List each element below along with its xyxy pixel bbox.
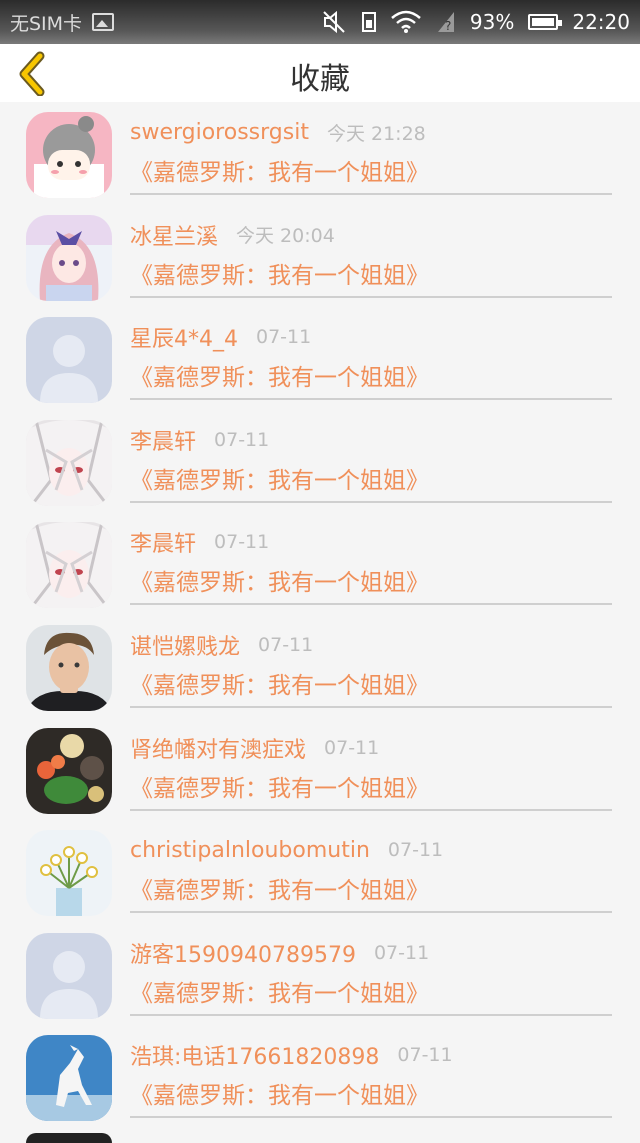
- user-name: swergiorossrgsit: [130, 119, 309, 145]
- list-item[interactable]: 谌恺嫘贱龙 07-11 《嘉德罗斯：我有一个姐姐》: [0, 615, 640, 718]
- divider: [130, 398, 612, 401]
- favorites-list: swergiorossrgsit 今天 21:28 《嘉德罗斯：我有一个姐姐》 …: [0, 102, 640, 1128]
- sim-icon: [361, 12, 376, 32]
- book-title[interactable]: 《嘉德罗斯：我有一个姐姐》: [130, 1077, 612, 1115]
- man-photo-avatar: [26, 624, 112, 711]
- anime-white-hair-avatar: [26, 419, 112, 506]
- divider: [130, 1013, 612, 1016]
- user-name: 游客1590940789579: [130, 942, 356, 968]
- list-item[interactable]: 星辰4*4_4 07-11 《嘉德罗斯：我有一个姐姐》: [0, 307, 640, 410]
- user-name: 李晨轩: [130, 429, 197, 455]
- timestamp: 07-11: [258, 633, 314, 656]
- user-name: 冰星兰溪: [130, 224, 219, 250]
- divider: [130, 808, 612, 811]
- list-item[interactable]: christipalnloubomutin 07-11 《嘉德罗斯：我有一个姐姐…: [0, 820, 640, 923]
- book-title[interactable]: 《嘉德罗斯：我有一个姐姐》: [130, 975, 612, 1013]
- list-item[interactable]: 冰星兰溪 今天 20:04 《嘉德罗斯：我有一个姐姐》: [0, 205, 640, 308]
- next-item-avatar-partial: [26, 1133, 112, 1143]
- flowers-photo-avatar: [26, 830, 112, 917]
- user-name: 李晨轩: [130, 532, 197, 558]
- divider: [130, 193, 612, 195]
- divider: [130, 603, 612, 606]
- book-title[interactable]: 《嘉德罗斯：我有一个姐姐》: [130, 154, 612, 192]
- list-item[interactable]: swergiorossrgsit 今天 21:28 《嘉德罗斯：我有一个姐姐》: [0, 102, 640, 205]
- anime-girl-avatar: [26, 214, 112, 301]
- list-item[interactable]: 游客1590940789579 07-11 《嘉德罗斯：我有一个姐姐》: [0, 923, 640, 1026]
- divider: [130, 500, 612, 503]
- carrier-text: 无SIM卡: [10, 12, 83, 35]
- timestamp: 07-11: [397, 1044, 453, 1067]
- book-title[interactable]: 《嘉德罗斯：我有一个姐姐》: [130, 770, 612, 808]
- clock: 22:20: [572, 10, 630, 34]
- list-item[interactable]: 浩琪:电话17661820898 07-11 《嘉德罗斯：我有一个姐姐》: [0, 1025, 640, 1128]
- user-name: 肾绝幡对有澳症戏: [130, 737, 307, 763]
- battery-icon: [528, 14, 563, 30]
- book-title[interactable]: 《嘉德罗斯：我有一个姐姐》: [130, 462, 612, 500]
- book-title[interactable]: 《嘉德罗斯：我有一个姐姐》: [130, 667, 612, 705]
- book-title[interactable]: 《嘉德罗斯：我有一个姐姐》: [130, 257, 612, 295]
- page-title: 收藏: [290, 62, 350, 97]
- wifi-icon: [391, 10, 421, 33]
- timestamp: 07-11: [373, 941, 430, 964]
- timestamp: 07-11: [324, 736, 380, 759]
- divider: [130, 295, 612, 298]
- app-bar: 收藏: [0, 44, 640, 102]
- book-title[interactable]: 《嘉德罗斯：我有一个姐姐》: [130, 359, 612, 397]
- divider: [130, 1116, 612, 1119]
- status-bar: 无SIM卡 ? 93% 22:20: [0, 0, 640, 44]
- book-title[interactable]: 《嘉德罗斯：我有一个姐姐》: [130, 872, 612, 910]
- battery-percent: 93%: [469, 10, 515, 34]
- list-item[interactable]: 李晨轩 07-11 《嘉德罗斯：我有一个姐姐》: [0, 512, 640, 615]
- svg-text:?: ?: [445, 19, 451, 33]
- user-name: christipalnloubomutin: [130, 837, 370, 863]
- divider: [130, 911, 612, 914]
- mute-icon: [323, 10, 345, 34]
- anime-white-hair-avatar: [26, 522, 112, 609]
- divider: [130, 705, 612, 708]
- cartoon-girl-avatar: [26, 112, 112, 198]
- horse-photo-avatar: [26, 1035, 112, 1122]
- user-name: 星辰4*4_4: [130, 327, 238, 353]
- food-photo-avatar: [26, 727, 112, 814]
- timestamp: 07-11: [256, 326, 312, 349]
- default-avatar: [26, 317, 112, 404]
- user-name: 浩琪:电话17661820898: [130, 1045, 380, 1071]
- timestamp: 07-11: [387, 839, 444, 862]
- list-item[interactable]: 肾绝幡对有澳症戏 07-11 《嘉德罗斯：我有一个姐姐》: [0, 718, 640, 821]
- timestamp: 07-11: [214, 428, 270, 451]
- image-icon: [92, 13, 115, 31]
- timestamp: 今天 21:28: [326, 122, 426, 145]
- timestamp: 今天 20:04: [236, 225, 335, 248]
- default-avatar: [26, 932, 112, 1019]
- signal-icon: ?: [437, 12, 454, 33]
- list-item[interactable]: 李晨轩 07-11 《嘉德罗斯：我有一个姐姐》: [0, 410, 640, 513]
- book-title[interactable]: 《嘉德罗斯：我有一个姐姐》: [130, 564, 612, 602]
- timestamp: 07-11: [214, 531, 270, 554]
- user-name: 谌恺嫘贱龙: [130, 634, 241, 660]
